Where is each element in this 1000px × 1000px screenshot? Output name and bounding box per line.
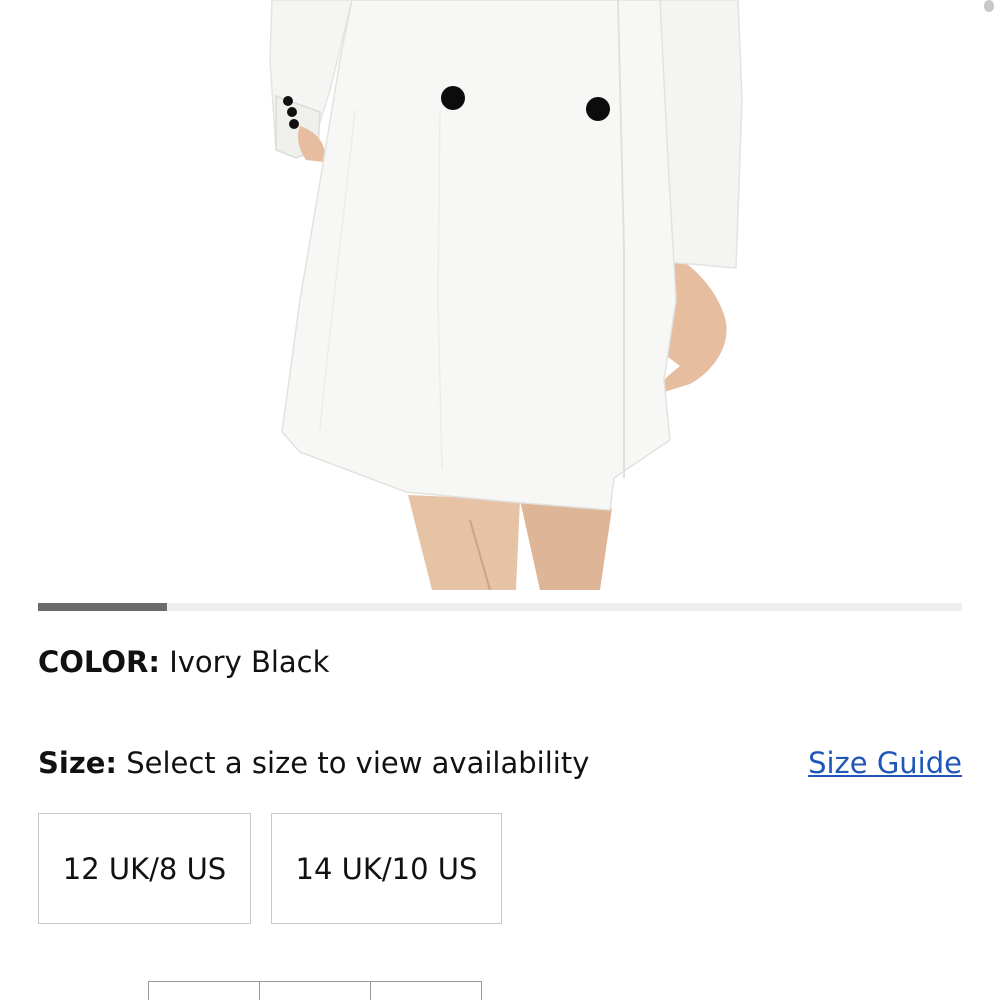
- size-header: Size: Select a size to view availability…: [38, 743, 962, 783]
- color-selection: COLOR: Ivory Black: [38, 642, 329, 682]
- dress-photo: [269, 0, 743, 590]
- quantity-increment-button[interactable]: [371, 982, 481, 1000]
- carousel-progress-indicator[interactable]: [38, 603, 168, 611]
- quantity-decrement-button[interactable]: [149, 982, 260, 1000]
- color-label: COLOR:: [38, 645, 160, 679]
- size-options: 12 UK/8 US 14 UK/10 US: [38, 813, 502, 924]
- color-value: Ivory Black: [169, 645, 330, 679]
- size-label: Size:: [38, 746, 117, 780]
- dress-button: [441, 86, 465, 110]
- size-option-12uk[interactable]: 12 UK/8 US: [38, 813, 251, 924]
- dress-button: [586, 97, 610, 121]
- size-option-14uk[interactable]: 14 UK/10 US: [271, 813, 502, 924]
- quantity-stepper[interactable]: [148, 981, 482, 1000]
- size-guide-link[interactable]: Size Guide: [808, 743, 962, 783]
- carousel-progress-track[interactable]: [38, 603, 962, 611]
- page-scrollbar[interactable]: [984, 0, 994, 12]
- quantity-value[interactable]: [260, 982, 371, 1000]
- product-image[interactable]: [0, 0, 1000, 590]
- size-hint: Select a size to view availability: [126, 746, 590, 780]
